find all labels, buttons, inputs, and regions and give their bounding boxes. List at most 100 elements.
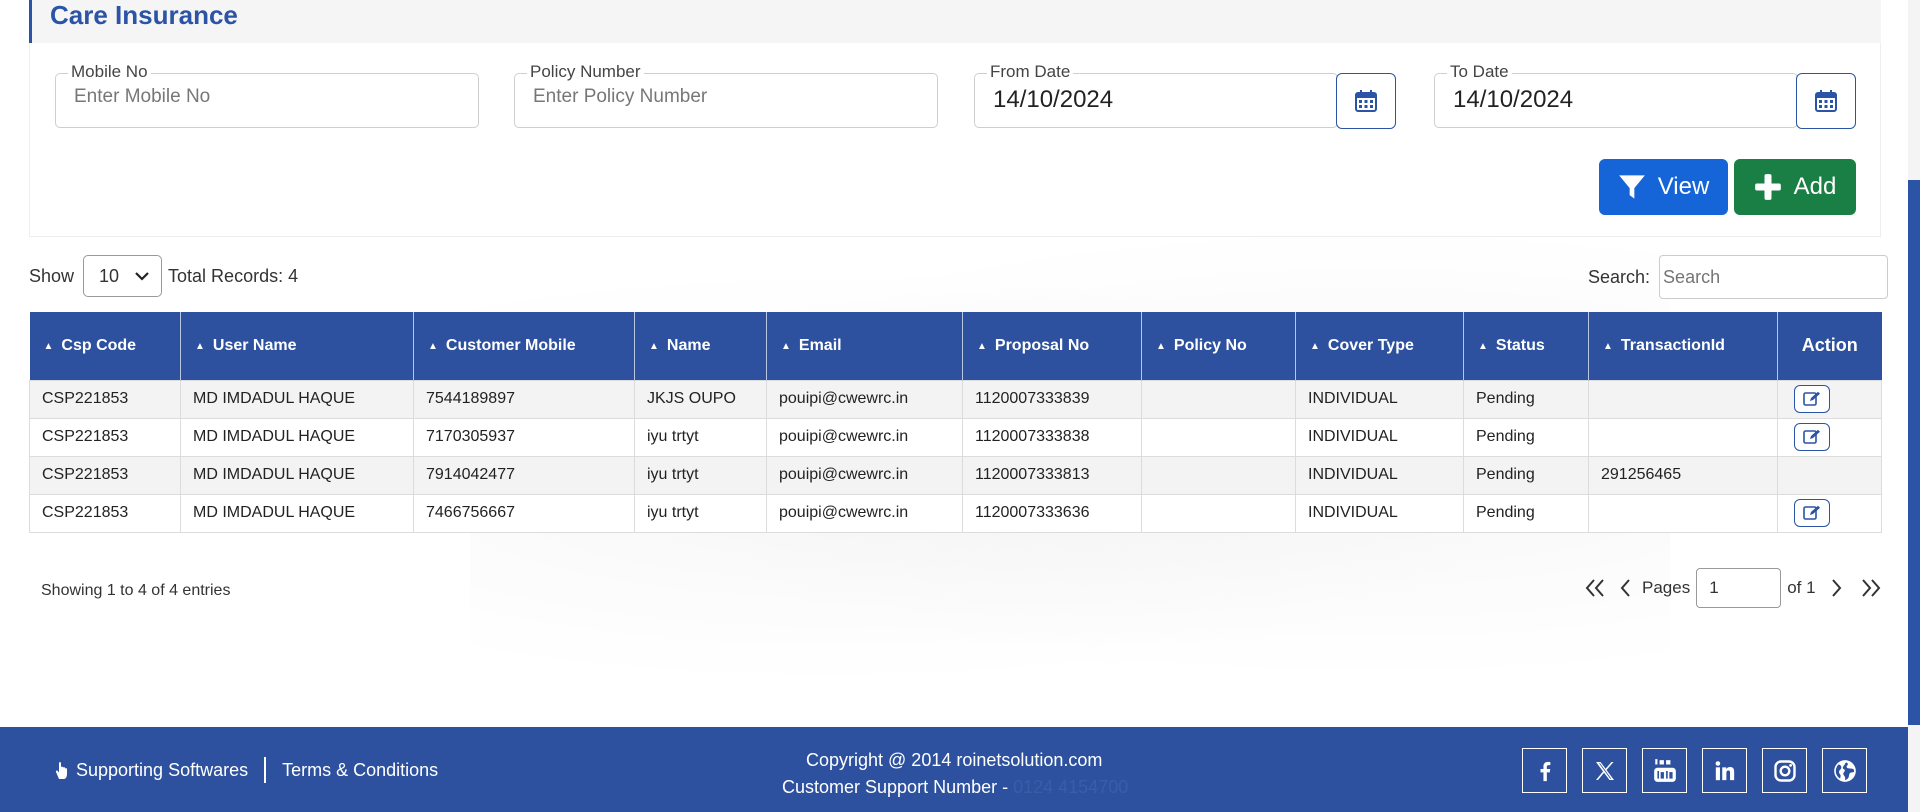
table-cell-user: MD IMDADUL HAQUE <box>180 493 414 533</box>
from-date-calendar-button[interactable] <box>1336 73 1396 129</box>
previous-page-icon[interactable] <box>1610 573 1640 603</box>
to-date-calendar-button[interactable] <box>1796 73 1856 129</box>
column-header[interactable]: ▲︎ User Name <box>180 312 414 380</box>
view-button[interactable]: View <box>1599 159 1728 215</box>
table-cell-csp: CSP221853 <box>29 493 181 533</box>
column-header[interactable]: ▲︎ Csp Code <box>29 312 181 380</box>
table-cell-txn <box>1588 417 1778 457</box>
column-header[interactable]: ▲︎ Name <box>634 312 767 380</box>
column-header[interactable]: ▲︎ Customer Mobile <box>413 312 635 380</box>
table-cell-cover: INDIVIDUAL <box>1295 455 1464 495</box>
support-line: Customer Support Number - 0124 4154700 <box>782 774 1182 801</box>
edit-button[interactable] <box>1794 499 1830 527</box>
sort-icon: ▲︎ <box>428 340 438 352</box>
policy-number-field: Policy Number <box>514 62 938 128</box>
calendar-icon <box>1815 90 1837 112</box>
column-header[interactable]: ▲︎ Status <box>1463 312 1589 380</box>
table-row: CSP221853 MD IMDADUL HAQUE 7544189897 JKJS … <box>29 379 1882 419</box>
search-input[interactable] <box>1663 266 1874 288</box>
show-label: Show <box>29 265 75 286</box>
table-cell-status: Pending <box>1463 417 1589 457</box>
plus-icon <box>1754 174 1781 200</box>
sort-icon: ▲︎ <box>43 340 54 352</box>
mobile-input[interactable] <box>74 86 434 108</box>
table-cell-csp: CSP221853 <box>29 379 181 419</box>
from-date-field: From Date <box>974 62 1338 128</box>
page-scrollbar[interactable] <box>1908 0 1920 812</box>
page-scrollbar-thumb[interactable] <box>1908 180 1920 725</box>
footer-divider <box>264 757 267 783</box>
sort-icon: ▲︎ <box>649 340 659 352</box>
page-title: Care Insurance <box>50 0 238 30</box>
table-cell-name: iyu trtyt <box>634 455 767 495</box>
view-button-label: View <box>1657 173 1710 200</box>
table-cell-cover: INDIVIDUAL <box>1295 379 1464 419</box>
next-page-icon[interactable] <box>1822 573 1852 603</box>
table-cell-txn <box>1588 379 1778 419</box>
calendar-icon <box>1355 90 1377 112</box>
add-button[interactable]: Add <box>1734 159 1856 215</box>
support-number: 0124 4154700 <box>1013 777 1129 797</box>
table-cell-policy <box>1141 379 1296 419</box>
policy-number-label: Policy Number <box>527 62 644 82</box>
youtube-icon[interactable] <box>1642 748 1687 793</box>
globe-icon[interactable] <box>1822 748 1867 793</box>
table-cell-user: MD IMDADUL HAQUE <box>180 379 414 419</box>
page-size-select[interactable]: 10 <box>83 255 163 297</box>
facebook-icon[interactable] <box>1522 748 1567 793</box>
first-page-icon[interactable] <box>1580 573 1610 603</box>
page-size-control: Show 10 Total Records: 4 <box>29 255 298 297</box>
edit-button[interactable] <box>1794 423 1830 451</box>
page-header: Care Insurance <box>29 0 1881 43</box>
column-header[interactable]: ▲︎ TransactionId <box>1588 312 1778 380</box>
column-header[interactable]: ▲︎ Proposal No <box>962 312 1142 380</box>
table-cell-status: Pending <box>1463 455 1589 495</box>
instagram-icon[interactable] <box>1762 748 1807 793</box>
hand-pointer-icon <box>55 762 67 779</box>
records-table: ▲︎ Csp Code ▲︎ User Name ▲︎ Customer Mobile… <box>29 312 1882 533</box>
page-count-label: of 1 <box>1787 578 1816 597</box>
table-cell-name: iyu trtyt <box>634 493 767 533</box>
linkedin-icon[interactable] <box>1702 748 1747 793</box>
table-cell-policy <box>1141 417 1296 457</box>
table-cell-name: JKJS OUPO <box>634 379 767 419</box>
table-row: CSP221853 MD IMDADUL HAQUE 7466756667 iyu t… <box>29 493 1882 533</box>
footer: Supporting Softwares Terms & Conditions … <box>0 727 1908 812</box>
table-cell-mobile: 7914042477 <box>413 455 635 495</box>
copyright-text: Copyright @ 2014 roinetsolution.com <box>806 750 1103 770</box>
supporting-softwares-link[interactable]: Supporting Softwares <box>76 760 248 781</box>
edit-icon <box>1803 391 1820 406</box>
table-cell-email: pouipi@cwewrc.in <box>766 417 963 457</box>
table-cell-mobile: 7466756667 <box>413 493 635 533</box>
from-date-label: From Date <box>987 62 1074 82</box>
table-cell-cover: INDIVIDUAL <box>1295 417 1464 457</box>
column-header[interactable]: ▲︎ Cover Type <box>1295 312 1464 380</box>
edit-button[interactable] <box>1794 385 1830 413</box>
entries-info: Showing 1 to 4 of 4 entries <box>41 582 231 599</box>
to-date-input[interactable] <box>1453 86 1753 114</box>
table-cell-mobile: 7544189897 <box>413 379 635 419</box>
edit-icon <box>1803 505 1820 520</box>
column-header-action: Action <box>1777 312 1882 380</box>
table-cell-name: iyu trtyt <box>634 417 767 457</box>
table-cell-proposal: 1120007333839 <box>962 379 1142 419</box>
column-header[interactable]: ▲︎ Policy No <box>1141 312 1296 380</box>
from-date-input[interactable] <box>993 86 1293 114</box>
footer-links: Supporting Softwares Terms & Conditions <box>52 757 438 783</box>
search-control: Search: <box>1588 255 1889 299</box>
sort-icon: ▲︎ <box>1603 340 1613 352</box>
x-twitter-icon[interactable] <box>1582 748 1627 793</box>
mobile-field: Mobile No <box>55 62 479 128</box>
pagination: Pages 1 of 1 <box>1580 568 1886 608</box>
table-cell-user: MD IMDADUL HAQUE <box>180 417 414 457</box>
last-page-icon[interactable] <box>1856 573 1886 603</box>
column-header[interactable]: ▲︎ Email <box>766 312 963 380</box>
total-records: Total Records: 4 <box>168 265 299 286</box>
table-cell-policy <box>1141 493 1296 533</box>
terms-link[interactable]: Terms & Conditions <box>282 760 438 781</box>
policy-number-input[interactable] <box>533 86 893 108</box>
page-number-input[interactable]: 1 <box>1696 568 1782 608</box>
table-cell-action <box>1777 379 1882 419</box>
support-label: Customer Support Number - <box>782 777 1009 797</box>
sort-icon: ▲︎ <box>977 340 987 352</box>
